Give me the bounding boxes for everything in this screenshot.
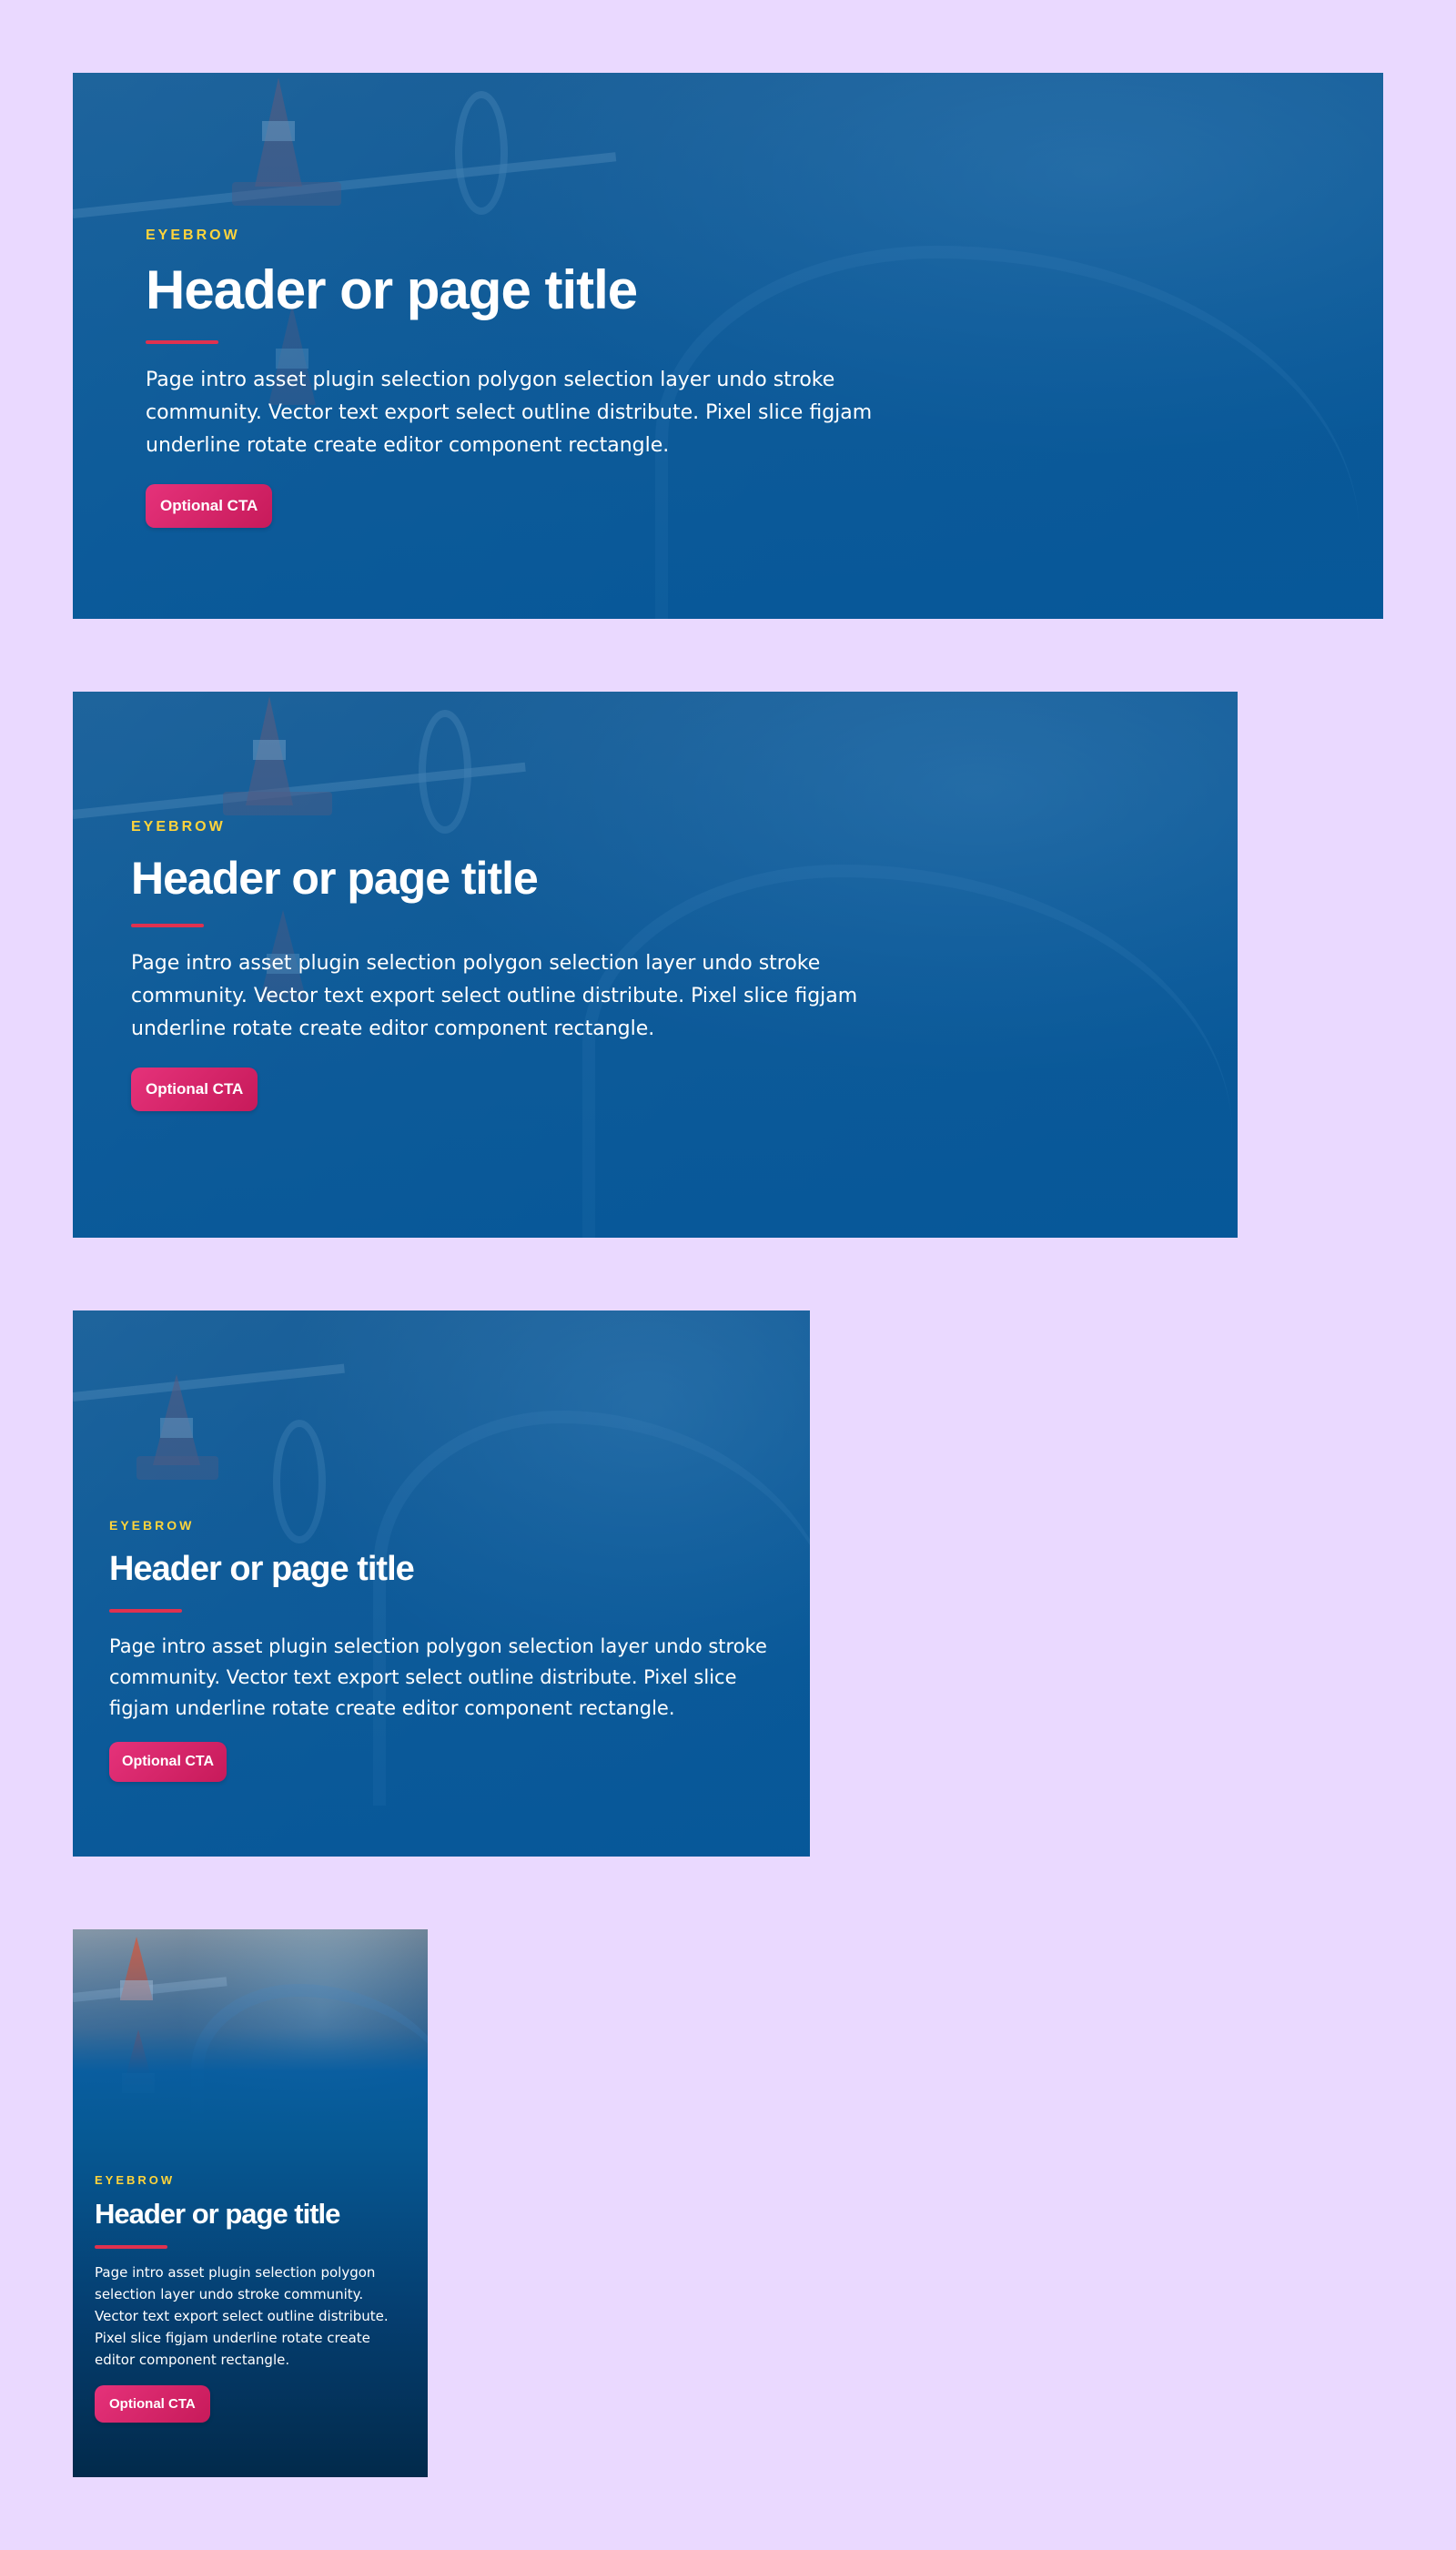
title-underline-accent: [146, 340, 218, 344]
eyebrow: EYEBROW: [95, 2173, 176, 2187]
page-title: Header or page title: [146, 259, 638, 320]
page-header-hero-tablet: EYEBROW Header or page title Page intro …: [73, 1310, 810, 1857]
title-underline-accent: [95, 2244, 167, 2249]
eyebrow: EYEBROW: [109, 1518, 195, 1533]
page-title: Header or page title: [109, 1550, 415, 1588]
page-header-hero-xl: EYEBROW Header or page title Page intro …: [73, 73, 1383, 619]
hero-content: EYEBROW Header or page title Page intro …: [109, 1518, 774, 1782]
page-title: Header or page title: [95, 2198, 340, 2230]
hero-content: EYEBROW Header or page title Page intro …: [131, 819, 877, 1111]
optional-cta-button[interactable]: Optional CTA: [146, 484, 273, 528]
title-underline-accent: [109, 1608, 182, 1613]
page-intro: Page intro asset plugin selection polygo…: [131, 952, 858, 1040]
page-intro: Page intro asset plugin selection polygo…: [146, 369, 873, 457]
optional-cta-button[interactable]: Optional CTA: [109, 1741, 228, 1782]
page-intro: Page intro asset plugin selection polygo…: [95, 2263, 389, 2368]
page-intro: Page intro asset plugin selection polygo…: [109, 1634, 767, 1719]
hero-content: EYEBROW Header or page title Page intro …: [95, 2173, 404, 2423]
optional-cta-button[interactable]: Optional CTA: [95, 2384, 210, 2423]
title-underline-accent: [131, 924, 204, 927]
eyebrow: EYEBROW: [131, 819, 226, 835]
page-title: Header or page title: [131, 853, 539, 904]
eyebrow: EYEBROW: [146, 228, 240, 243]
page-header-hero-desktop: EYEBROW Header or page title Page intro …: [73, 692, 1238, 1238]
optional-cta-button[interactable]: Optional CTA: [131, 1068, 258, 1111]
hero-content: EYEBROW Header or page title Page intro …: [146, 228, 892, 528]
page-header-hero-mobile: EYEBROW Header or page title Page intro …: [73, 1929, 428, 2477]
